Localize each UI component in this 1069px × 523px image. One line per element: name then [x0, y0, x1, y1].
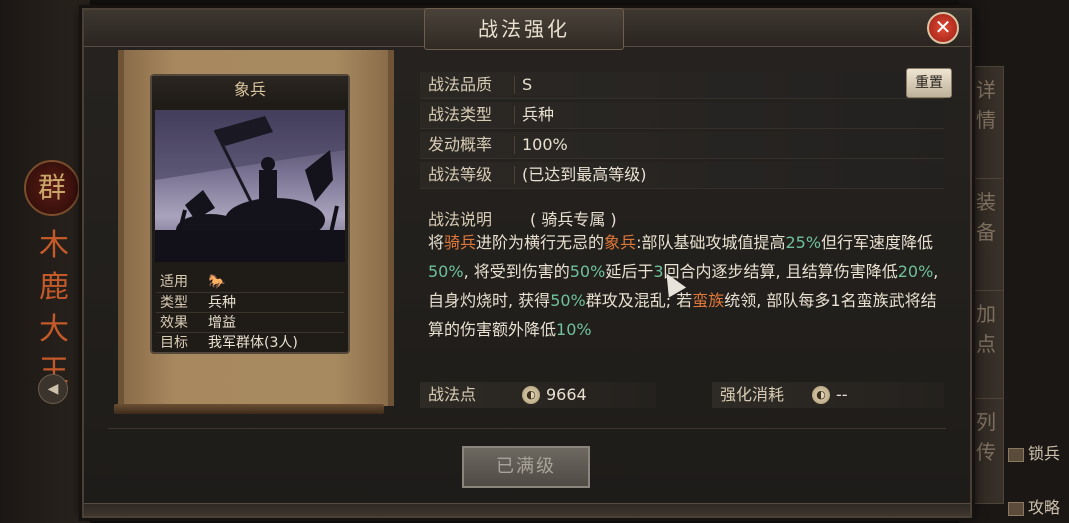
- divider: [108, 428, 946, 429]
- points-value: 9664: [546, 385, 587, 404]
- quality-value: S: [522, 75, 533, 94]
- description-segment: 将: [428, 233, 445, 252]
- close-icon: ✕: [934, 15, 952, 39]
- prop-effect: 效果 增益: [156, 312, 344, 333]
- description-segment: 回合内逐步结算, 且结算伤害降低: [663, 262, 898, 281]
- speaker-icon: ◀: [47, 381, 59, 397]
- row-divider: [514, 166, 515, 184]
- faction-badge: 群: [24, 160, 80, 216]
- highlight-text: 50%: [569, 262, 606, 281]
- reset-button[interactable]: 重置: [906, 68, 952, 98]
- book-icon: [1008, 501, 1024, 516]
- dialog-title: 战法强化: [424, 8, 624, 50]
- type-row: 战法类型 兵种: [420, 102, 944, 129]
- prop-label: 目标: [160, 335, 188, 351]
- guide-button[interactable]: 攻略: [1008, 494, 1060, 518]
- guide-label: 攻略: [1028, 498, 1061, 517]
- prop-type: 类型 兵种: [156, 292, 344, 313]
- highlight-text: 25%: [785, 233, 822, 252]
- quality-row: 战法品质 S: [420, 72, 944, 99]
- prop-value: 增益: [208, 315, 236, 331]
- cost-label: 强化消耗: [720, 385, 785, 404]
- close-button[interactable]: ✕: [927, 12, 959, 44]
- tab-attributes[interactable]: 加点: [968, 290, 1004, 400]
- prop-value: 我军群体(3人): [208, 335, 298, 351]
- tab-biography[interactable]: 列传: [968, 398, 1004, 504]
- dialog-footer: [84, 503, 970, 516]
- rate-row: 发动概率 100%: [420, 132, 944, 159]
- highlight-text: 骑兵: [444, 233, 477, 252]
- description-tag: ( 骑兵专属 ): [530, 210, 617, 229]
- voice-button[interactable]: ◀: [38, 374, 68, 404]
- scroll-rod: [114, 404, 384, 414]
- highlight-text: 20%: [897, 262, 934, 281]
- highlight-text: 50%: [428, 262, 464, 281]
- level-row: 战法等级 (已达到最高等级): [420, 162, 944, 189]
- rate-value: 100%: [522, 135, 568, 154]
- highlight-text: 10%: [556, 320, 592, 339]
- level-value: (已达到最高等级): [522, 165, 647, 184]
- tactic-card: 象兵 适用 🐎 类型 兵种 效果 增益 目标 我军群体(3人): [150, 74, 350, 354]
- prop-label: 类型: [160, 295, 188, 311]
- cost-value: --: [836, 385, 848, 404]
- prop-value: 兵种: [208, 295, 236, 311]
- lock-icon: [1008, 447, 1024, 462]
- enhance-cost-box: 强化消耗 ◐ --: [712, 382, 944, 408]
- max-level-button[interactable]: 已满级: [462, 446, 590, 488]
- highlight-text: 50%: [550, 291, 586, 310]
- prop-label: 适用: [160, 274, 188, 290]
- type-label: 战法类型: [428, 105, 493, 124]
- description-segment: 但行军速度降低: [821, 233, 934, 252]
- rate-label: 发动概率: [428, 135, 493, 154]
- level-label: 战法等级: [428, 165, 493, 184]
- coin-icon: ◐: [812, 386, 830, 404]
- hero-name: 木鹿大王: [39, 228, 69, 389]
- description-segment: 群攻及混乱; 若: [585, 291, 693, 310]
- tab-details[interactable]: 详情: [968, 66, 1004, 180]
- points-label: 战法点: [428, 385, 477, 404]
- tactic-artwork: [155, 110, 345, 262]
- row-divider: [514, 76, 515, 94]
- lock-troops-label: 锁兵: [1028, 444, 1061, 463]
- type-value: 兵种: [522, 105, 555, 124]
- description-text[interactable]: 将骑兵进阶为横行无忌的象兵:部队基础攻城值提高25%但行军速度降低50%, 将受…: [428, 228, 944, 356]
- prop-applies: 适用 🐎: [156, 272, 344, 292]
- prop-target: 目标 我军群体(3人): [156, 332, 344, 353]
- horse-icon: 🐎: [208, 274, 226, 290]
- description-segment: :部队基础攻城值提高: [636, 233, 786, 252]
- description-label: 战法说明: [428, 210, 493, 229]
- prop-label: 效果: [160, 315, 188, 331]
- quality-label: 战法品质: [428, 75, 493, 94]
- description-segment: , 将受到伤害的: [463, 262, 570, 281]
- description-segment: 延后于: [605, 262, 654, 281]
- tactic-points-box: 战法点 ◐ 9664: [420, 382, 656, 408]
- tab-equipment[interactable]: 装备: [968, 178, 1004, 292]
- coin-icon: ◐: [522, 386, 540, 404]
- lock-troops-button[interactable]: 锁兵: [1008, 440, 1060, 464]
- highlight-text: 象兵: [604, 233, 637, 252]
- tactic-enhance-dialog: 战法强化 ✕ 象兵 适用 🐎 类型 兵种 效果 增益 目标 我军群体(3人) 战…: [82, 8, 972, 518]
- row-divider: [514, 106, 515, 124]
- description-segment: 进阶为横行无忌的: [476, 233, 605, 252]
- row-divider: [514, 136, 515, 154]
- highlight-text: 蛮族: [692, 291, 725, 310]
- tactic-name: 象兵: [152, 76, 348, 104]
